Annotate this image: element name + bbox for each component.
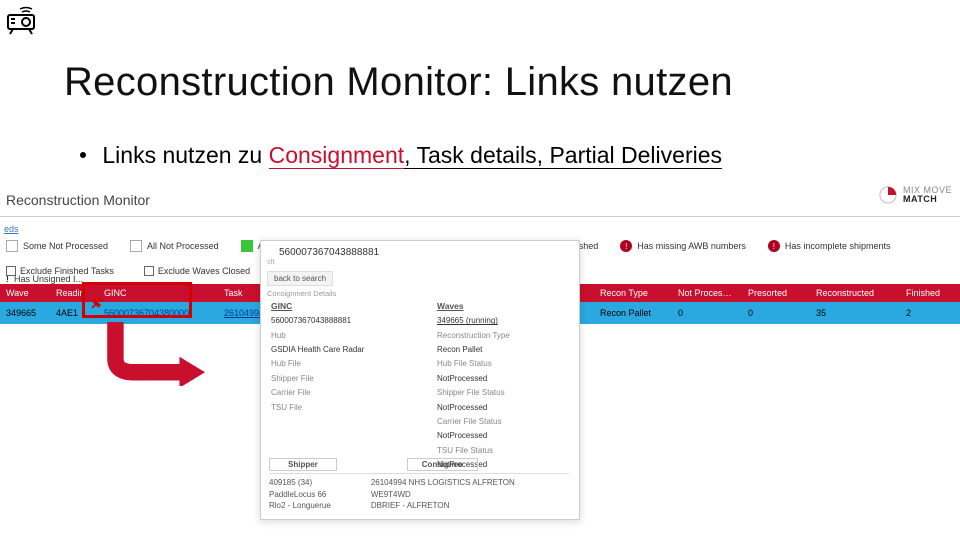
shipperfile-label: Shipper File (271, 372, 409, 386)
consignee-col: 26104994 NHS LOGISTICS ALFRETON WE9T4WD … (371, 477, 515, 511)
consignment-popup: 560007367043888881 sft back to search Co… (260, 240, 580, 520)
popup-section: Consignment Details (267, 289, 336, 298)
hubfile-label: Hub File (271, 357, 409, 371)
brand-logo-block: MIX MOVE MATCH (879, 186, 952, 204)
recontype-value: Recon Pallet (437, 343, 565, 357)
bullet-rest: , Task details, Partial Deliveries (404, 142, 722, 169)
col-finished[interactable]: Finished (900, 288, 960, 298)
bullet-prefix: Links nutzen zu (102, 142, 268, 168)
shipper-col: 409185 (34) PaddleLocus 66 Rlo2 - Longue… (269, 477, 331, 511)
carrierfile-label: Carrier File (271, 386, 409, 400)
app-title: Reconstruction Monitor (6, 192, 150, 208)
alert-icon: ! (620, 240, 632, 252)
brand-text: MIX MOVE MATCH (903, 186, 952, 204)
filter-exclude-waves[interactable]: Exclude Waves Closed (144, 266, 250, 277)
cell-rec: 35 (810, 308, 900, 318)
col-recontype[interactable]: Recon Type (594, 288, 672, 298)
hub-value: GSDIA Health Care Radar (271, 343, 409, 357)
brand-line2: MATCH (903, 195, 952, 204)
carrfilestatus-value: NotProcessed (437, 429, 565, 443)
brand-logon-icon (879, 186, 897, 204)
popup-rule-label: sft (267, 259, 274, 266)
legend-some-not-processed: Some Not Processed (6, 240, 108, 252)
shipfilestatus-label: Shipper File Status (437, 386, 565, 400)
waves-value[interactable]: 349665 (running) (437, 314, 565, 328)
header-rule (0, 216, 960, 217)
bullet-dot (80, 152, 86, 158)
legend-incomplete-ship: !Has incomplete shipments (768, 240, 891, 252)
hubfilestatus-value: NotProcessed (437, 372, 565, 386)
col-wave[interactable]: Wave (0, 288, 50, 298)
cell-np: 0 (672, 308, 742, 318)
cell-recon: Recon Pallet (594, 308, 672, 318)
bullet-highlight: Consignment (269, 142, 405, 169)
filter-exclude-finished[interactable]: Exclude Finished Tasks (6, 266, 114, 277)
alert-icon: ! (768, 240, 780, 252)
shipfilestatus-value: NotProcessed (437, 401, 565, 415)
breadcrumb[interactable]: eds (4, 224, 19, 234)
tsufilestatus-label: TSU File Status (437, 444, 565, 458)
popup-ginc-number: 560007367043888881 (279, 247, 379, 258)
waves-label: Waves (437, 299, 565, 314)
legend-all-not-processed: All Not Processed (130, 240, 219, 252)
col-presorted[interactable]: Presorted (742, 288, 810, 298)
popup-mini-table: Shipper Consignee 409185 (34) PaddleLocu… (269, 458, 569, 511)
cell-wave: 349665 (0, 308, 50, 318)
carrfilestatus-label: Carrier File Status (437, 415, 565, 429)
bullet-line: Links nutzen zu Consignment, Task detail… (80, 142, 722, 169)
popup-ginc-label: GINC (271, 299, 409, 314)
slide-title: Reconstruction Monitor: Links nutzen (64, 60, 733, 105)
tsufile-label: TSU File (271, 401, 409, 415)
projector-icon (6, 6, 40, 36)
tab-consignee[interactable]: Consignee (407, 458, 478, 471)
tab-shipper[interactable]: Shipper (269, 458, 337, 471)
cell-fin: 2 (900, 308, 960, 318)
col-notprocessed[interactable]: Not Processed (672, 288, 742, 298)
legend-missing-awb: !Has missing AWB numbers (620, 240, 746, 252)
recontype-label: Reconstruction Type (437, 329, 565, 343)
hubfilestatus-label: Hub File Status (437, 357, 565, 371)
hub-label: Hub (271, 329, 409, 343)
popup-ginc-value: 560007367043888881 (271, 314, 409, 328)
back-to-search-button[interactable]: back to search (267, 271, 333, 286)
cell-pre: 0 (742, 308, 810, 318)
col-reconstructed[interactable]: Reconstructed (810, 288, 900, 298)
arrow-icon (92, 322, 212, 386)
pushpin-icon (90, 296, 104, 310)
